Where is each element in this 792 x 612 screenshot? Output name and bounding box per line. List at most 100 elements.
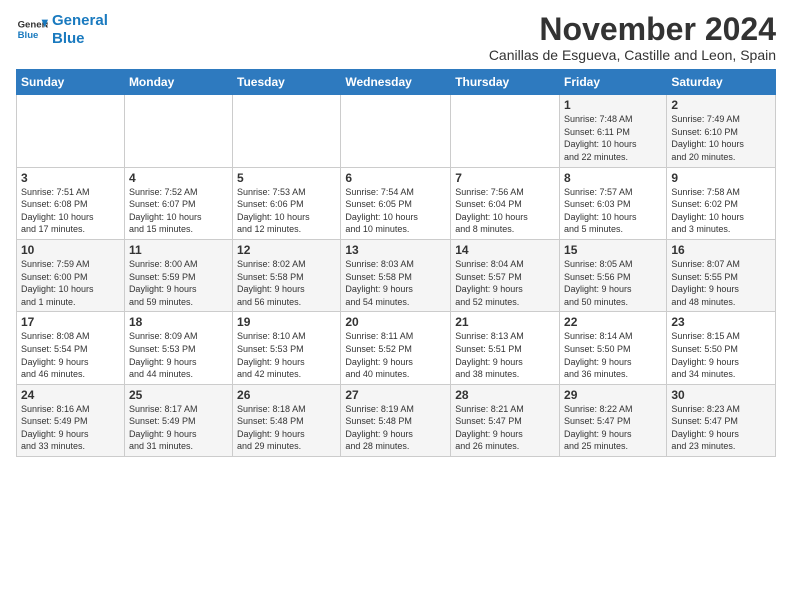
header-day-wednesday: Wednesday: [341, 70, 451, 95]
day-number: 20: [345, 315, 446, 329]
day-info: Sunrise: 7:49 AMSunset: 6:10 PMDaylight:…: [671, 113, 771, 163]
day-info: Sunrise: 8:14 AMSunset: 5:50 PMDaylight:…: [564, 330, 662, 380]
day-info: Sunrise: 8:15 AMSunset: 5:50 PMDaylight:…: [671, 330, 771, 380]
day-cell: 14Sunrise: 8:04 AMSunset: 5:57 PMDayligh…: [451, 239, 560, 311]
logo: General Blue General Blue: [16, 12, 108, 48]
day-info: Sunrise: 8:13 AMSunset: 5:51 PMDaylight:…: [455, 330, 555, 380]
day-cell: 20Sunrise: 8:11 AMSunset: 5:52 PMDayligh…: [341, 312, 451, 384]
day-info: Sunrise: 7:59 AMSunset: 6:00 PMDaylight:…: [21, 258, 120, 308]
week-row-4: 17Sunrise: 8:08 AMSunset: 5:54 PMDayligh…: [17, 312, 776, 384]
day-cell: 17Sunrise: 8:08 AMSunset: 5:54 PMDayligh…: [17, 312, 125, 384]
day-number: 5: [237, 171, 336, 185]
logo-line2: Blue: [52, 30, 85, 47]
day-cell: 5Sunrise: 7:53 AMSunset: 6:06 PMDaylight…: [233, 167, 341, 239]
day-info: Sunrise: 8:22 AMSunset: 5:47 PMDaylight:…: [564, 403, 662, 453]
day-info: Sunrise: 8:00 AMSunset: 5:59 PMDaylight:…: [129, 258, 228, 308]
day-cell: 8Sunrise: 7:57 AMSunset: 6:03 PMDaylight…: [560, 167, 667, 239]
logo-icon: General Blue: [16, 16, 48, 44]
day-number: 4: [129, 171, 228, 185]
day-cell: 12Sunrise: 8:02 AMSunset: 5:58 PMDayligh…: [233, 239, 341, 311]
subtitle: Canillas de Esgueva, Castille and Leon, …: [489, 47, 776, 63]
day-cell: 18Sunrise: 8:09 AMSunset: 5:53 PMDayligh…: [124, 312, 232, 384]
day-cell: 11Sunrise: 8:00 AMSunset: 5:59 PMDayligh…: [124, 239, 232, 311]
day-info: Sunrise: 8:08 AMSunset: 5:54 PMDaylight:…: [21, 330, 120, 380]
day-info: Sunrise: 7:53 AMSunset: 6:06 PMDaylight:…: [237, 186, 336, 236]
day-cell: 25Sunrise: 8:17 AMSunset: 5:49 PMDayligh…: [124, 384, 232, 456]
day-info: Sunrise: 8:05 AMSunset: 5:56 PMDaylight:…: [564, 258, 662, 308]
calendar: SundayMondayTuesdayWednesdayThursdayFrid…: [16, 69, 776, 457]
day-cell: 7Sunrise: 7:56 AMSunset: 6:04 PMDaylight…: [451, 167, 560, 239]
day-number: 21: [455, 315, 555, 329]
day-cell: [233, 95, 341, 167]
header-day-sunday: Sunday: [17, 70, 125, 95]
day-number: 14: [455, 243, 555, 257]
day-number: 16: [671, 243, 771, 257]
day-number: 28: [455, 388, 555, 402]
day-cell: 26Sunrise: 8:18 AMSunset: 5:48 PMDayligh…: [233, 384, 341, 456]
day-cell: 3Sunrise: 7:51 AMSunset: 6:08 PMDaylight…: [17, 167, 125, 239]
week-row-1: 1Sunrise: 7:48 AMSunset: 6:11 PMDaylight…: [17, 95, 776, 167]
day-info: Sunrise: 8:11 AMSunset: 5:52 PMDaylight:…: [345, 330, 446, 380]
header-day-tuesday: Tuesday: [233, 70, 341, 95]
day-number: 19: [237, 315, 336, 329]
svg-text:Blue: Blue: [18, 30, 39, 41]
day-number: 26: [237, 388, 336, 402]
day-cell: 30Sunrise: 8:23 AMSunset: 5:47 PMDayligh…: [667, 384, 776, 456]
day-cell: 16Sunrise: 8:07 AMSunset: 5:55 PMDayligh…: [667, 239, 776, 311]
day-cell: 1Sunrise: 7:48 AMSunset: 6:11 PMDaylight…: [560, 95, 667, 167]
day-cell: 9Sunrise: 7:58 AMSunset: 6:02 PMDaylight…: [667, 167, 776, 239]
day-info: Sunrise: 7:57 AMSunset: 6:03 PMDaylight:…: [564, 186, 662, 236]
day-number: 10: [21, 243, 120, 257]
day-info: Sunrise: 7:54 AMSunset: 6:05 PMDaylight:…: [345, 186, 446, 236]
day-number: 18: [129, 315, 228, 329]
day-cell: [17, 95, 125, 167]
day-info: Sunrise: 8:03 AMSunset: 5:58 PMDaylight:…: [345, 258, 446, 308]
day-number: 11: [129, 243, 228, 257]
day-number: 15: [564, 243, 662, 257]
day-number: 3: [21, 171, 120, 185]
week-row-2: 3Sunrise: 7:51 AMSunset: 6:08 PMDaylight…: [17, 167, 776, 239]
day-cell: [124, 95, 232, 167]
day-number: 24: [21, 388, 120, 402]
day-number: 8: [564, 171, 662, 185]
day-info: Sunrise: 7:48 AMSunset: 6:11 PMDaylight:…: [564, 113, 662, 163]
day-number: 6: [345, 171, 446, 185]
day-cell: 13Sunrise: 8:03 AMSunset: 5:58 PMDayligh…: [341, 239, 451, 311]
day-cell: 19Sunrise: 8:10 AMSunset: 5:53 PMDayligh…: [233, 312, 341, 384]
day-cell: 22Sunrise: 8:14 AMSunset: 5:50 PMDayligh…: [560, 312, 667, 384]
day-number: 13: [345, 243, 446, 257]
week-row-5: 24Sunrise: 8:16 AMSunset: 5:49 PMDayligh…: [17, 384, 776, 456]
day-cell: 21Sunrise: 8:13 AMSunset: 5:51 PMDayligh…: [451, 312, 560, 384]
day-number: 2: [671, 98, 771, 112]
day-info: Sunrise: 8:09 AMSunset: 5:53 PMDaylight:…: [129, 330, 228, 380]
day-info: Sunrise: 7:51 AMSunset: 6:08 PMDaylight:…: [21, 186, 120, 236]
day-number: 12: [237, 243, 336, 257]
title-block: November 2024 Canillas de Esgueva, Casti…: [489, 12, 776, 63]
day-number: 9: [671, 171, 771, 185]
day-number: 30: [671, 388, 771, 402]
day-cell: 24Sunrise: 8:16 AMSunset: 5:49 PMDayligh…: [17, 384, 125, 456]
day-number: 25: [129, 388, 228, 402]
day-number: 22: [564, 315, 662, 329]
logo-text: General Blue: [52, 12, 108, 48]
day-number: 17: [21, 315, 120, 329]
day-info: Sunrise: 8:16 AMSunset: 5:49 PMDaylight:…: [21, 403, 120, 453]
day-number: 27: [345, 388, 446, 402]
day-cell: 27Sunrise: 8:19 AMSunset: 5:48 PMDayligh…: [341, 384, 451, 456]
day-number: 7: [455, 171, 555, 185]
day-info: Sunrise: 8:10 AMSunset: 5:53 PMDaylight:…: [237, 330, 336, 380]
calendar-header-row: SundayMondayTuesdayWednesdayThursdayFrid…: [17, 70, 776, 95]
header: General Blue General Blue November 2024 …: [16, 12, 776, 63]
day-cell: 4Sunrise: 7:52 AMSunset: 6:07 PMDaylight…: [124, 167, 232, 239]
day-cell: [341, 95, 451, 167]
day-cell: 28Sunrise: 8:21 AMSunset: 5:47 PMDayligh…: [451, 384, 560, 456]
logo-line1: General: [52, 12, 108, 29]
day-number: 29: [564, 388, 662, 402]
day-cell: 23Sunrise: 8:15 AMSunset: 5:50 PMDayligh…: [667, 312, 776, 384]
day-info: Sunrise: 8:17 AMSunset: 5:49 PMDaylight:…: [129, 403, 228, 453]
day-number: 1: [564, 98, 662, 112]
day-cell: [451, 95, 560, 167]
day-info: Sunrise: 7:52 AMSunset: 6:07 PMDaylight:…: [129, 186, 228, 236]
day-info: Sunrise: 8:23 AMSunset: 5:47 PMDaylight:…: [671, 403, 771, 453]
day-info: Sunrise: 8:02 AMSunset: 5:58 PMDaylight:…: [237, 258, 336, 308]
